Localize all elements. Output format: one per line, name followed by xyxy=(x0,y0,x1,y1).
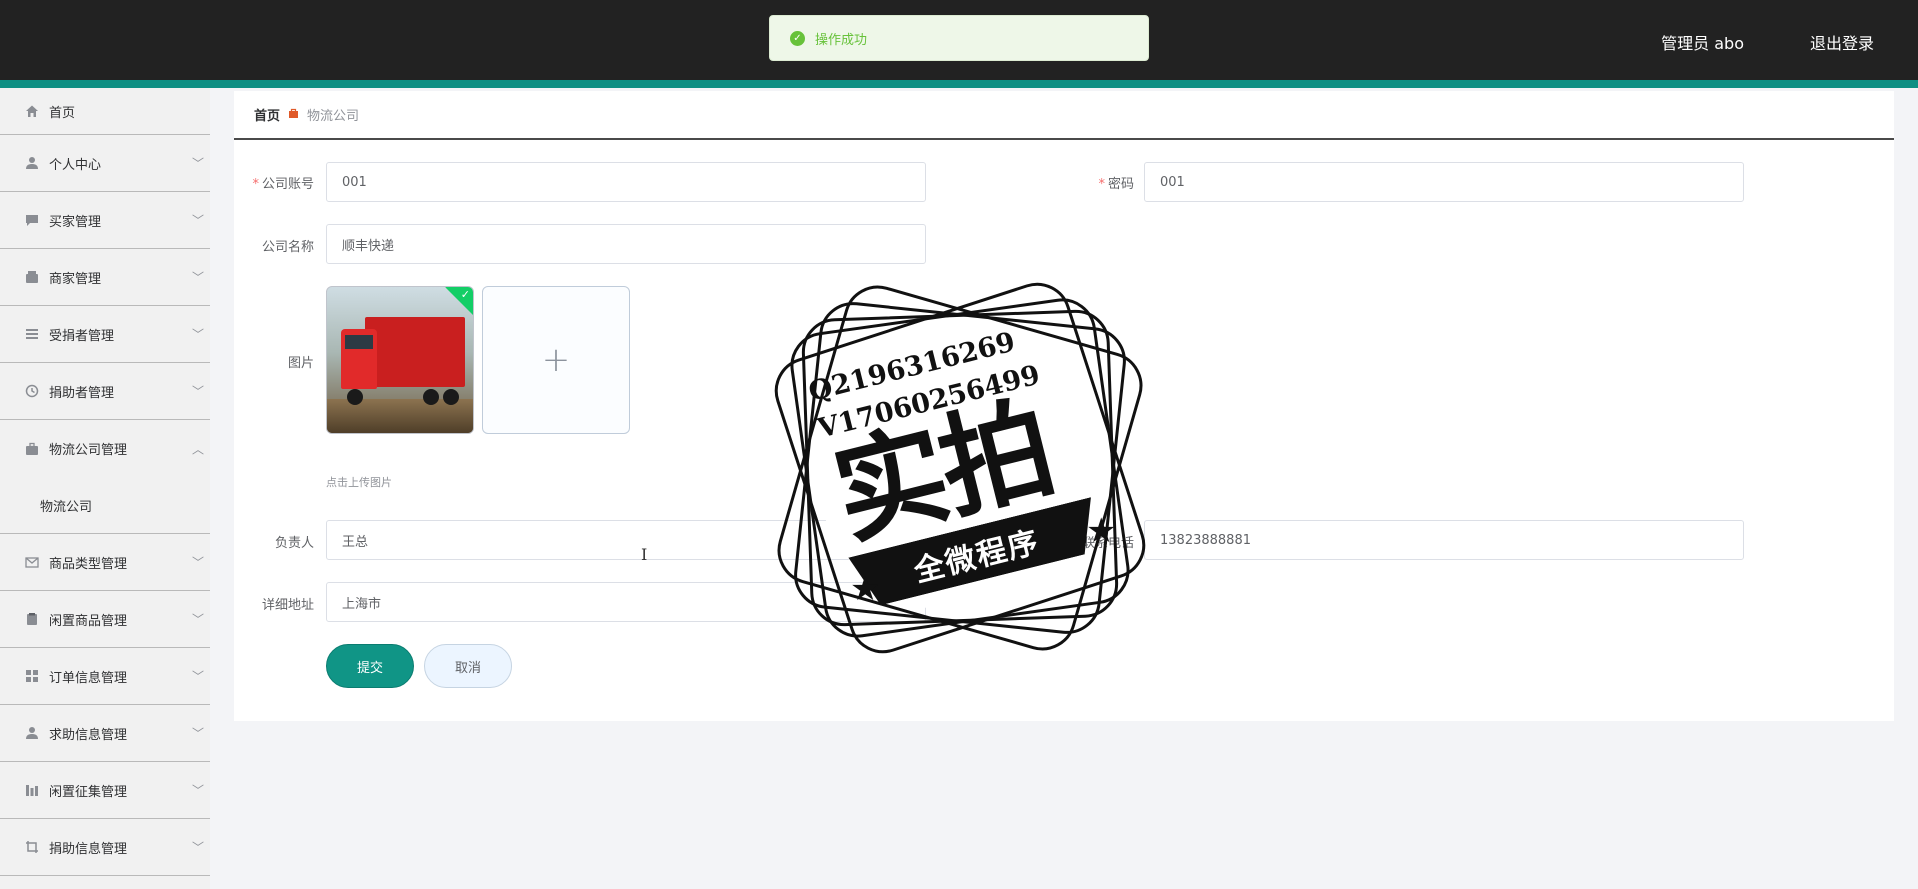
truck-wheel-graphic xyxy=(443,389,459,405)
toast-message: 操作成功 xyxy=(815,32,868,48)
required-mark: * xyxy=(1098,177,1105,192)
chevron-down-icon: ﹀ xyxy=(191,270,204,285)
sidebar-item-merchant-management[interactable]: 商家管理 ﹀ xyxy=(0,249,210,306)
address-label: 详细地址 xyxy=(261,598,314,613)
chevron-down-icon: ﹀ xyxy=(191,555,204,570)
password-input[interactable]: 001 xyxy=(1144,162,1744,202)
sidebar-item-label: 闲置征集管理 xyxy=(49,784,128,800)
sidebar-item-label: 闲置商品管理 xyxy=(49,613,128,629)
chevron-down-icon: ﹀ xyxy=(191,726,204,741)
text-cursor-icon: I xyxy=(641,545,648,564)
truck-wheel-graphic xyxy=(423,389,439,405)
chevron-down-icon: ﹀ xyxy=(191,840,204,855)
star-icon: ★ xyxy=(850,569,881,609)
sidebar-item-label: 捐助信息管理 xyxy=(49,841,128,857)
sidebar-item-buyer-management[interactable]: 买家管理 ﹀ xyxy=(0,192,210,249)
chevron-down-icon: ﹀ xyxy=(191,156,204,171)
crop-icon xyxy=(24,839,40,855)
truck-wheel-graphic xyxy=(347,389,363,405)
grid-icon xyxy=(24,668,40,684)
chart-icon xyxy=(24,782,40,798)
sidebar-item-label: 物流公司管理 xyxy=(49,443,128,458)
check-circle-icon: ✓ xyxy=(790,30,805,46)
sidebar-item-idle-goods-management[interactable]: 闲置商品管理 ﹀ xyxy=(0,591,210,648)
chevron-down-icon: ﹀ xyxy=(191,384,204,399)
breadcrumb: 首页 物流公司 xyxy=(234,91,1894,140)
password-label: * 密码 xyxy=(1060,173,1134,192)
message-icon xyxy=(24,212,40,228)
sidebar-item-idle-collection-management[interactable]: 闲置征集管理 ﹀ xyxy=(0,762,210,819)
cancel-button[interactable]: 取消 xyxy=(424,644,512,688)
required-mark: * xyxy=(252,177,259,192)
sidebar-item-help-request-management[interactable]: 求助信息管理 ﹀ xyxy=(0,705,210,762)
sidebar-item-label: 个人中心 xyxy=(49,157,102,173)
success-toast: ✓ 操作成功 xyxy=(769,15,1149,61)
truck-trailer-graphic xyxy=(365,317,465,387)
user-icon xyxy=(24,725,40,741)
bag-icon xyxy=(288,108,299,122)
company-account-label: * 公司账号 xyxy=(246,173,314,192)
wallet-icon xyxy=(24,269,40,285)
sidebar-item-personal-center[interactable]: 个人中心 ﹀ xyxy=(0,135,210,192)
company-account-input[interactable]: 001 xyxy=(326,162,926,202)
sidebar-item-label: 商品类型管理 xyxy=(49,556,128,572)
sidebar-subitem-logistics-company[interactable]: 物流公司 xyxy=(0,477,210,534)
phone-input[interactable]: 13823888881 xyxy=(1144,520,1744,560)
password-label-text: 密码 xyxy=(1107,177,1134,192)
stamp-text-group: Q2196316269 V17060256499 实拍 全微程序 xyxy=(708,216,1212,720)
admin-user-label: 管理员 abo xyxy=(1661,34,1744,53)
home-icon xyxy=(24,103,40,119)
chevron-down-icon: ﹀ xyxy=(191,612,204,627)
breadcrumb-current: 物流公司 xyxy=(307,109,360,124)
company-account-label-text: 公司账号 xyxy=(261,177,314,192)
sidebar-item-label: 订单信息管理 xyxy=(49,670,128,686)
sidebar-item-label: 商家管理 xyxy=(49,271,102,287)
star-icon: ★ xyxy=(1086,511,1117,551)
user-icon xyxy=(24,155,40,171)
submit-button[interactable]: 提交 xyxy=(326,644,414,688)
clipboard-icon xyxy=(24,611,40,627)
plus-icon: + xyxy=(541,340,571,380)
chevron-up-icon: ︿ xyxy=(191,442,204,456)
sidebar-item-logistics-management[interactable]: 物流公司管理 ︿ xyxy=(0,420,210,477)
upload-tip: 点击上传图片 xyxy=(326,476,392,489)
watermark-stamp: Q2196316269 V17060256499 实拍 全微程序 ★ ★ xyxy=(752,260,1168,676)
briefcase-icon xyxy=(24,441,40,457)
sidebar-item-donor-management[interactable]: 捐助者管理 ﹀ xyxy=(0,363,210,420)
sidebar: 首页 个人中心 ﹀ 买家管理 ﹀ 商家管理 ﹀ 受捐者管理 ﹀ 捐助者管理 ﹀ xyxy=(0,88,210,889)
uploaded-image-thumbnail[interactable]: ✓ xyxy=(326,286,474,434)
sidebar-item-product-type-management[interactable]: 商品类型管理 ﹀ xyxy=(0,534,210,591)
sidebar-item-label: 捐助者管理 xyxy=(49,385,115,401)
chevron-down-icon: ﹀ xyxy=(191,327,204,342)
image-label: 图片 xyxy=(287,356,314,371)
sidebar-item-label: 买家管理 xyxy=(49,214,102,230)
breadcrumb-home[interactable]: 首页 xyxy=(254,105,280,124)
chevron-down-icon: ﹀ xyxy=(191,213,204,228)
sidebar-item-label: 求助信息管理 xyxy=(49,727,128,743)
truck-window-graphic xyxy=(345,335,373,349)
check-icon: ✓ xyxy=(460,288,470,301)
sidebar-item-home[interactable]: 首页 xyxy=(0,88,210,135)
sidebar-item-recipient-management[interactable]: 受捐者管理 ﹀ xyxy=(0,306,210,363)
top-bar-accent-line xyxy=(0,80,1918,88)
contact-person-label: 负责人 xyxy=(274,536,314,551)
chevron-down-icon: ﹀ xyxy=(191,783,204,798)
clock-icon xyxy=(24,383,40,399)
company-name-input[interactable]: 顺丰快递 xyxy=(326,224,926,264)
list-icon xyxy=(24,326,40,342)
chevron-down-icon: ﹀ xyxy=(191,669,204,684)
company-name-label: 公司名称 xyxy=(261,240,314,255)
upload-add-button[interactable]: + xyxy=(482,286,630,434)
sidebar-item-order-management[interactable]: 订单信息管理 ﹀ xyxy=(0,648,210,705)
logout-button[interactable]: 退出登录 xyxy=(1810,30,1874,54)
sidebar-item-label: 受捐者管理 xyxy=(49,328,115,344)
sidebar-item-donation-info-management[interactable]: 捐助信息管理 ﹀ xyxy=(0,819,210,876)
sidebar-item-label: 首页 xyxy=(49,105,76,121)
sidebar-subitem-label: 物流公司 xyxy=(40,499,93,515)
mail-icon xyxy=(24,554,40,570)
